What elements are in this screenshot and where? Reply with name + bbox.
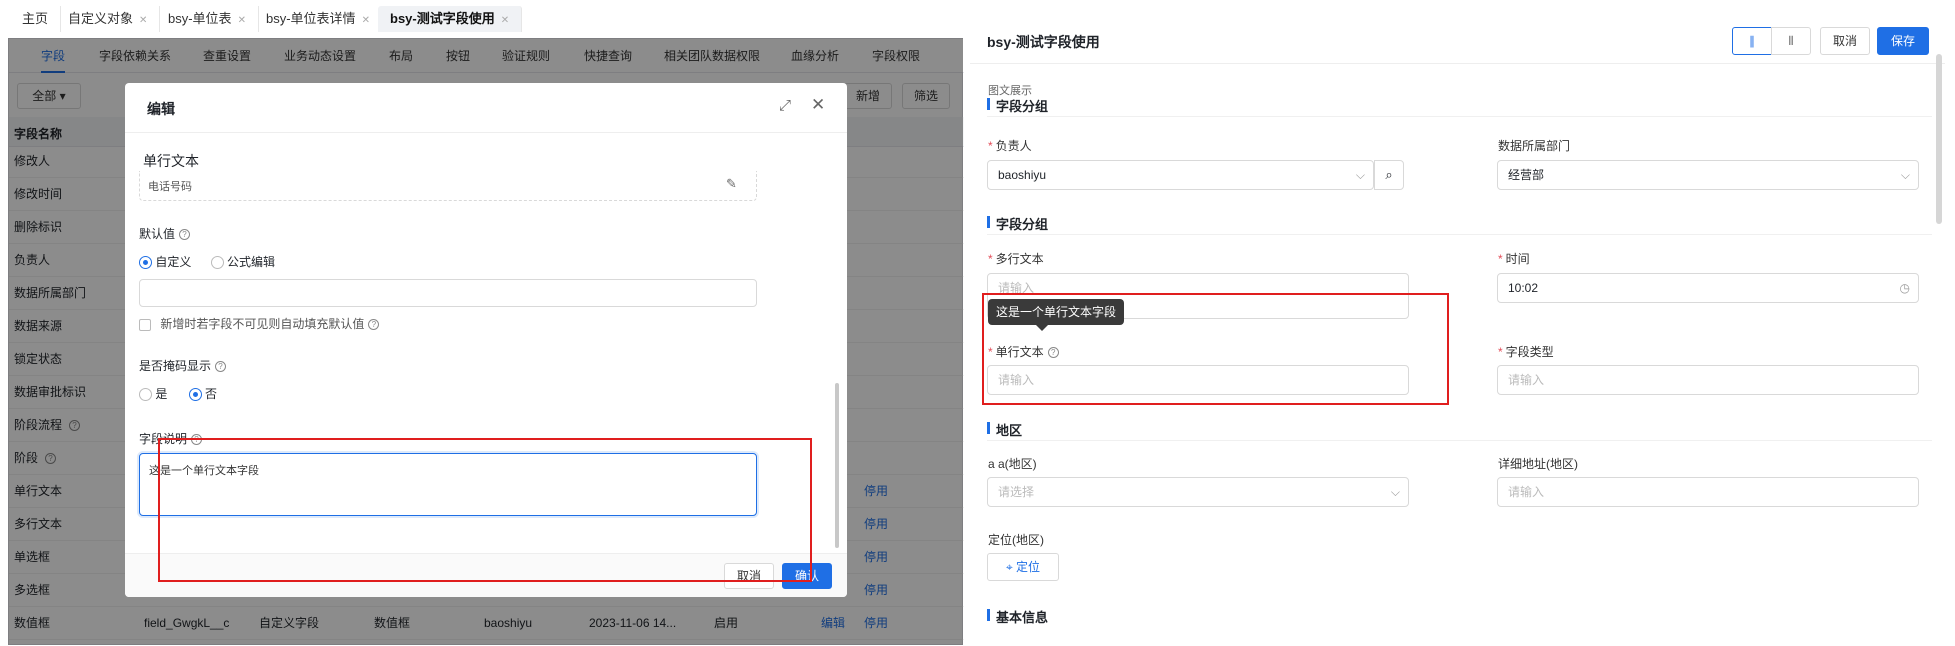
field-type-input[interactable]: 请输入 <box>1497 365 1919 395</box>
field-preview: 电话号码 ✎ <box>139 171 757 201</box>
chevron-down-icon: ⌵ <box>1390 485 1400 499</box>
panel-header: bsy-测试字段使用 ∥ ⦀ 取消 保存 <box>970 14 1945 64</box>
default-value-input[interactable] <box>139 279 757 307</box>
edit-pencil-icon[interactable]: ✎ <box>726 176 737 192</box>
help-icon[interactable]: ? <box>368 319 380 331</box>
highlight-box <box>158 438 812 582</box>
close-icon[interactable]: ✕ <box>811 95 825 115</box>
mask-radio-group: 是 否 <box>139 385 217 402</box>
modal-header: 编辑 ⤢ ✕ <box>125 83 847 133</box>
page-tab-custom-object[interactable]: 自定义对象 ✕ <box>56 6 161 32</box>
modal-scrollbar[interactable] <box>835 383 839 548</box>
three-column-layout-icon[interactable]: ⦀ <box>1771 27 1811 55</box>
chevron-down-icon: ⌵ <box>1900 168 1910 182</box>
region-label: a a(地区) <box>988 457 1037 471</box>
radio-mask-no[interactable] <box>188 388 202 402</box>
close-icon[interactable]: ✕ <box>238 15 246 26</box>
page-tab-home[interactable]: 主页 <box>10 6 62 32</box>
dept-label: 数据所属部门 <box>1498 139 1571 153</box>
address-label: 详细地址(地区) <box>1498 457 1578 471</box>
radio-mask-yes[interactable] <box>139 388 152 402</box>
search-icon[interactable]: ⌕ <box>1374 160 1404 190</box>
help-icon[interactable]: ? <box>179 229 191 241</box>
panel-scrollbar[interactable] <box>1936 54 1942 224</box>
save-button[interactable]: 保存 <box>1877 27 1929 55</box>
autofill-checkbox[interactable] <box>139 318 151 331</box>
highlight-box <box>982 293 1449 405</box>
divider <box>987 116 1932 117</box>
dept-select[interactable]: 经营部 ⌵ <box>1497 160 1919 190</box>
page-tab-test-field[interactable]: bsy-测试字段使用 ✕ <box>378 6 523 32</box>
close-icon[interactable]: ✕ <box>501 15 509 26</box>
page-tab-bar: 主页 自定义对象 ✕ bsy-单位表 ✕ bsy-单位表详情 ✕ bsy-测试字段使用… <box>0 0 965 36</box>
page-tab-unit-table[interactable]: bsy-单位表 ✕ <box>156 6 259 32</box>
close-icon[interactable]: ✕ <box>362 15 370 26</box>
modal-title: 编辑 <box>147 101 175 117</box>
autofill-checkbox-row: 新增时若字段不可见则自动填充默认值? <box>139 315 380 332</box>
clock-icon: ◷ <box>1899 281 1910 295</box>
multiline-label: * 多行文本 <box>988 252 1044 266</box>
preview-value: 电话号码 <box>148 181 192 193</box>
cancel-button[interactable]: 取消 <box>1820 27 1870 55</box>
chevron-down-icon: ⌵ <box>1355 168 1365 182</box>
field-type-label: * 字段类型 <box>1498 345 1554 359</box>
section-title-group1: 字段分组 <box>987 96 1048 115</box>
address-input[interactable]: 请输入 <box>1497 477 1919 507</box>
locate-button[interactable]: ⌖ 定位 <box>987 553 1059 581</box>
divider <box>987 440 1932 441</box>
default-value-label: 默认值? <box>139 225 191 242</box>
region-select[interactable]: 请选择 ⌵ <box>987 477 1409 507</box>
help-icon[interactable]: ? <box>215 361 227 373</box>
page-tab-unit-table-detail[interactable]: bsy-单位表详情 ✕ <box>254 6 383 32</box>
section-title-region: 地区 <box>987 420 1022 439</box>
divider <box>987 234 1932 235</box>
mask-label: 是否掩码显示? <box>139 357 227 374</box>
two-column-layout-icon[interactable]: ∥ <box>1732 27 1772 55</box>
time-label: * 时间 <box>1498 252 1530 266</box>
panel-title: bsy-测试字段使用 <box>987 34 1100 50</box>
owner-label: * 负责人 <box>988 139 1032 153</box>
locate-label: 定位(地区) <box>988 533 1044 547</box>
radio-formula[interactable] <box>210 256 224 270</box>
section-title-basic-info: 基本信息 <box>987 607 1048 626</box>
radio-custom[interactable] <box>139 256 152 270</box>
time-picker[interactable]: 10:02 ◷ <box>1497 273 1919 303</box>
location-pin-icon: ⌖ <box>1005 560 1013 574</box>
field-type-title: 单行文本 <box>143 153 199 169</box>
section-title-group2: 字段分组 <box>987 214 1048 233</box>
default-value-radio-group: 自定义 公式编辑 <box>139 253 275 270</box>
expand-icon[interactable]: ⤢ <box>779 97 791 114</box>
close-icon[interactable]: ✕ <box>139 15 147 26</box>
owner-select[interactable]: baoshiyu ⌵ <box>987 160 1374 190</box>
